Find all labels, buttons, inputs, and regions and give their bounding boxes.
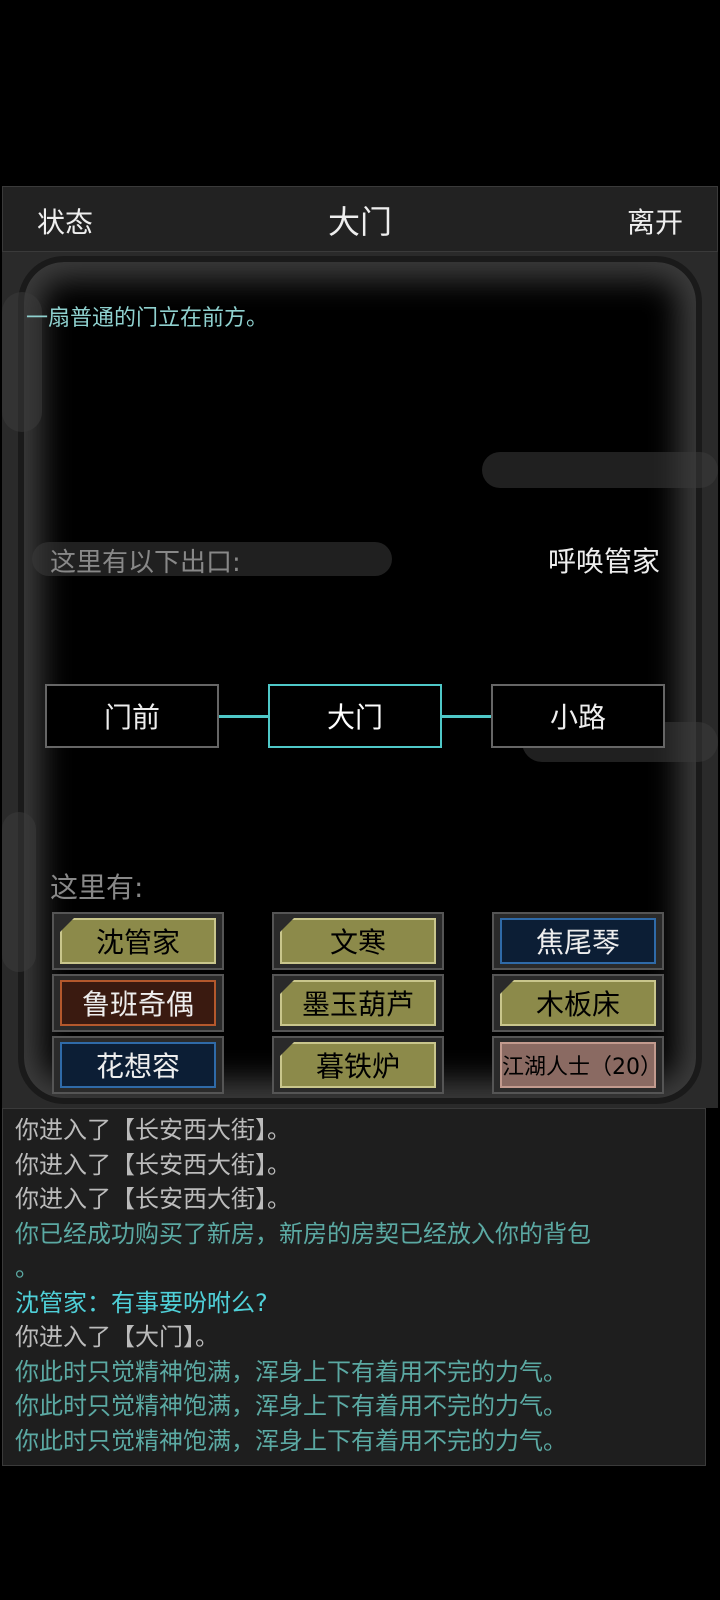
entity-button[interactable]: 暮铁炉 xyxy=(272,1036,444,1094)
message-log[interactable]: 你进入了【长安西大街】。 你进入了【长安西大街】。 你进入了【长安西大街】。 你… xyxy=(2,1108,706,1466)
log-line: 你进入了【大门】。 xyxy=(15,1323,219,1351)
entity-button[interactable]: 江湖人士（20） xyxy=(492,1036,664,1094)
leave-button[interactable]: 离开 xyxy=(627,201,683,241)
entity-button[interactable]: 木板床 xyxy=(492,974,664,1032)
entity-label: 焦尾琴 xyxy=(500,918,656,964)
exit-connector xyxy=(442,715,491,718)
log-line: 你此时只觉精神饱满，浑身上下有着用不完的力气。 xyxy=(15,1426,567,1455)
scene-description: 一扇普通的门立在前方。 xyxy=(26,306,269,331)
log-line: 你进入了【长安西大街】。 xyxy=(15,1116,291,1144)
log-line: 你进入了【长安西大街】。 xyxy=(15,1185,291,1213)
here-label: 这里有: xyxy=(50,871,144,904)
exits-label: 这里有以下出口: xyxy=(50,548,241,578)
log-line: 你此时只觉精神饱满，浑身上下有着用不完的力气。 xyxy=(15,1357,567,1386)
entity-button[interactable]: 墨玉葫芦 xyxy=(272,974,444,1032)
entity-label: 墨玉葫芦 xyxy=(280,980,436,1026)
log-line: 沈管家：有事要吩咐么? xyxy=(15,1288,268,1317)
log-line: 。 xyxy=(15,1254,39,1282)
entity-label: 鲁班奇偶 xyxy=(60,980,216,1026)
entity-label: 江湖人士（20） xyxy=(500,1042,662,1088)
log-line: 你已经成功购买了新房，新房的房契已经放入你的背包 xyxy=(15,1219,591,1248)
exit-east[interactable]: 小路 xyxy=(491,684,665,748)
log-line: 你此时只觉精神饱满，浑身上下有着用不完的力气。 xyxy=(15,1392,567,1420)
log-line: 你进入了【长安西大街】。 xyxy=(15,1150,291,1179)
entity-button[interactable]: 沈管家 xyxy=(52,912,224,970)
exit-connector xyxy=(219,715,268,718)
exit-west[interactable]: 门前 xyxy=(45,684,219,748)
smoke-decoration xyxy=(2,812,36,972)
entity-button[interactable]: 鲁班奇偶 xyxy=(52,974,224,1032)
top-bar: 状态 大门 离开 xyxy=(2,186,718,252)
entity-button[interactable]: 焦尾琴 xyxy=(492,912,664,970)
exit-current[interactable]: 大门 xyxy=(268,684,442,748)
entity-label: 沈管家 xyxy=(60,918,216,964)
entity-label: 文寒 xyxy=(280,918,436,964)
entity-label: 暮铁炉 xyxy=(280,1042,436,1088)
entity-button[interactable]: 文寒 xyxy=(272,912,444,970)
summon-butler-button[interactable]: 呼唤管家 xyxy=(548,540,660,580)
entity-label: 花想容 xyxy=(60,1042,216,1088)
location-title: 大门 xyxy=(327,203,392,241)
entity-button[interactable]: 花想容 xyxy=(52,1036,224,1094)
smoke-decoration xyxy=(482,452,718,488)
scene-background xyxy=(24,262,696,1098)
entity-label: 木板床 xyxy=(500,980,656,1026)
